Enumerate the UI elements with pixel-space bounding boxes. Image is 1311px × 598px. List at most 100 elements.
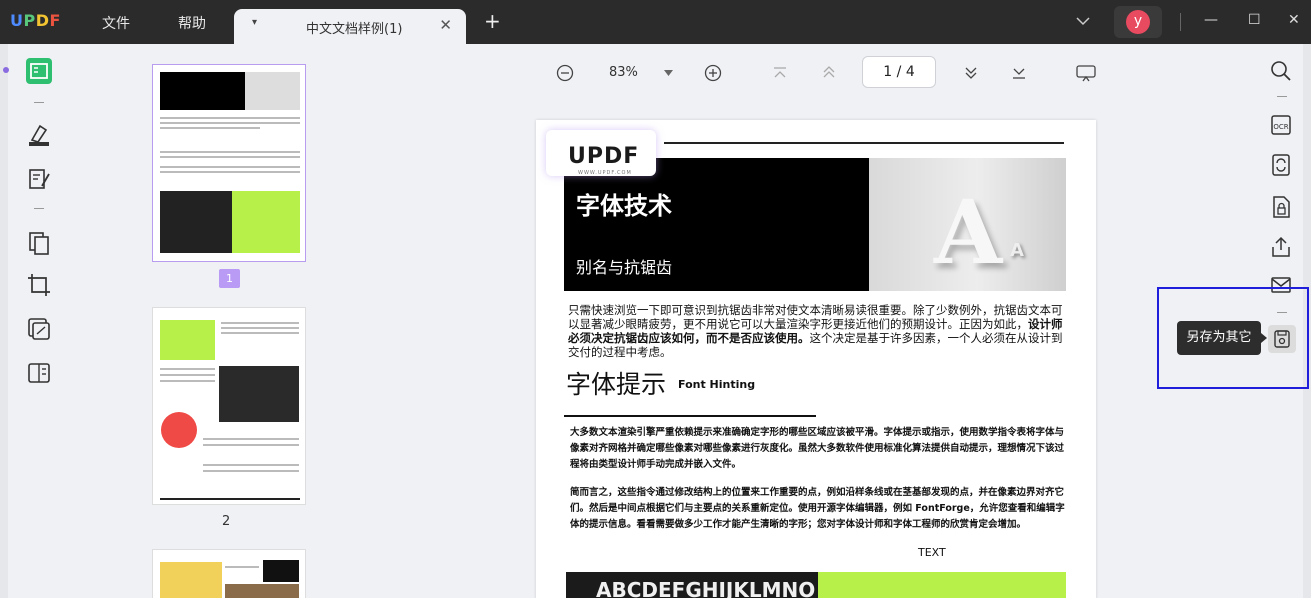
title-bar: UPDF 文件 帮助 ▾ 中文文档样例(1) ✕ + y — ☐ ✕ [0,0,1311,44]
document-logo-text: UPDF [568,144,640,169]
hero-letter-a-small: A [1010,240,1024,261]
left-separator [34,208,44,209]
thumb-image [225,584,299,598]
hero-subtitle: 别名与抗锯齿 [576,258,673,277]
hero-title: 字体技术 [576,192,672,220]
minimize-button[interactable]: — [1204,12,1218,28]
thumb-text-line [221,332,299,334]
thumb-text-line [203,444,299,446]
thumb-green-block [232,191,300,253]
left-edge [0,44,8,598]
document-tab[interactable]: ▾ 中文文档样例(1) ✕ [234,9,466,44]
tab-caret-icon[interactable]: ▾ [252,17,257,28]
thumb-text-line [225,566,259,568]
titlebar-divider [1180,13,1181,31]
left-separator [34,102,44,103]
document-logo: UPDF WWW.UPDF.COM [546,130,656,176]
tab-close-icon[interactable]: ✕ [439,16,452,34]
last-page-icon[interactable] [1012,66,1026,80]
thumb-text-line [160,374,215,376]
crop-icon[interactable] [26,272,52,298]
thumbnail-page-1[interactable] [152,64,306,262]
page-number-input[interactable]: 1 / 4 [862,56,936,88]
zoom-in-icon[interactable] [704,64,722,82]
paragraph-summary: 简而言之，这些指令通过修改结构上的位置来工作重要的点，例如沿样条线或在茎基部发现… [570,487,1065,530]
ocr-icon[interactable]: OCR [1270,114,1292,136]
thumb-text-line [203,470,299,472]
next-page-icon[interactable] [964,66,978,80]
current-page: 1 [883,64,893,80]
thumb-text-line [160,156,300,158]
tab-title: 中文文档样例(1) [306,22,403,37]
thumb-text-line [160,151,300,153]
section-heading: 字体提示 [566,370,667,399]
hero-letter-a: A [934,180,1003,284]
document-logo-sub: WWW.UPDF.COM [578,170,632,176]
page-1-badge: 1 [219,269,240,288]
thumb-text-line [160,368,215,370]
thumb-text-line [221,322,299,324]
zoom-out-icon[interactable] [556,64,574,82]
thumb-green-block [160,320,215,360]
presentation-icon[interactable] [1076,64,1096,82]
page-2-label: 2 [222,514,231,529]
organize-pages-icon[interactable] [26,230,52,256]
chevron-down-icon[interactable] [1076,16,1090,26]
total-pages: 4 [905,64,915,80]
save-as-icon [1274,330,1290,348]
previous-page-icon[interactable] [822,65,836,79]
bottom-green-block [818,572,1066,598]
paragraph-hinting: 大多数文本渲染引擎严重依赖提示来准确确定字形的哪些区域应该被平滑。字体提示或指示… [570,427,1065,470]
top-rule [664,142,1064,144]
new-tab-button[interactable]: + [484,11,501,31]
page-separator: / [896,64,902,80]
menu-help[interactable]: 帮助 [178,13,206,33]
tooltip-arrow [1261,333,1267,343]
watermark-icon[interactable] [26,316,52,342]
highlighter-icon[interactable] [26,122,52,148]
save-as-button[interactable] [1268,325,1296,353]
thumbnail-page-2[interactable] [152,307,306,505]
maximize-button[interactable]: ☐ [1248,12,1261,28]
right-separator [1277,96,1287,97]
svg-text:OCR: OCR [1273,123,1288,131]
thumb-text-line [160,117,300,119]
document-viewer: 83% 1 / 4 A A 字体技术 别名与抗锯齿 UPDF WWW.UPDF.… [402,44,1250,598]
protect-icon[interactable] [1270,196,1292,218]
reader-icon[interactable] [26,58,52,84]
menu-file[interactable]: 文件 [102,13,130,33]
thumb-text-line [221,327,299,329]
thumb-red-circle [161,412,197,448]
thumb-text-line [160,171,300,173]
save-as-tooltip: 另存为其它 [1177,321,1267,355]
thumb-text-line [160,127,260,129]
avatar-letter: y [1126,10,1150,34]
thumb-image [219,366,299,422]
close-window-button[interactable]: ✕ [1288,12,1300,28]
zoom-dropdown-icon[interactable] [664,70,673,76]
thumb-text-line [160,166,300,168]
thumb-text-line [203,438,299,440]
text-label: TEXT [918,546,946,559]
zoom-value[interactable]: 83% [609,56,638,90]
thumb-text-line [203,464,299,466]
user-avatar[interactable]: y [1114,6,1162,38]
first-page-icon[interactable] [773,66,787,80]
convert-icon[interactable] [1270,154,1292,176]
search-icon[interactable] [1270,60,1292,82]
thumbnail-page-3[interactable] [152,549,306,598]
section-heading-en: Font Hinting [678,378,756,391]
thumb-text-line [160,380,215,382]
share-icon[interactable] [1270,236,1292,258]
form-icon[interactable] [26,360,52,386]
updf-logo: UPDF [10,11,61,30]
pdf-page: A A 字体技术 别名与抗锯齿 UPDF WWW.UPDF.COM 只需快速浏览… [536,120,1096,598]
thumb-image [160,191,232,253]
zoom-toolbar: 83% 1 / 4 [402,56,1250,90]
tooltip-text: 另存为其它 [1186,330,1252,345]
edge-indicator-dot [3,67,9,73]
thumb-rule [160,498,300,500]
thumb-yellow-block [160,562,222,598]
edit-text-icon[interactable] [26,166,52,192]
hero-banner: A A 字体技术 别名与抗锯齿 [564,158,1066,291]
